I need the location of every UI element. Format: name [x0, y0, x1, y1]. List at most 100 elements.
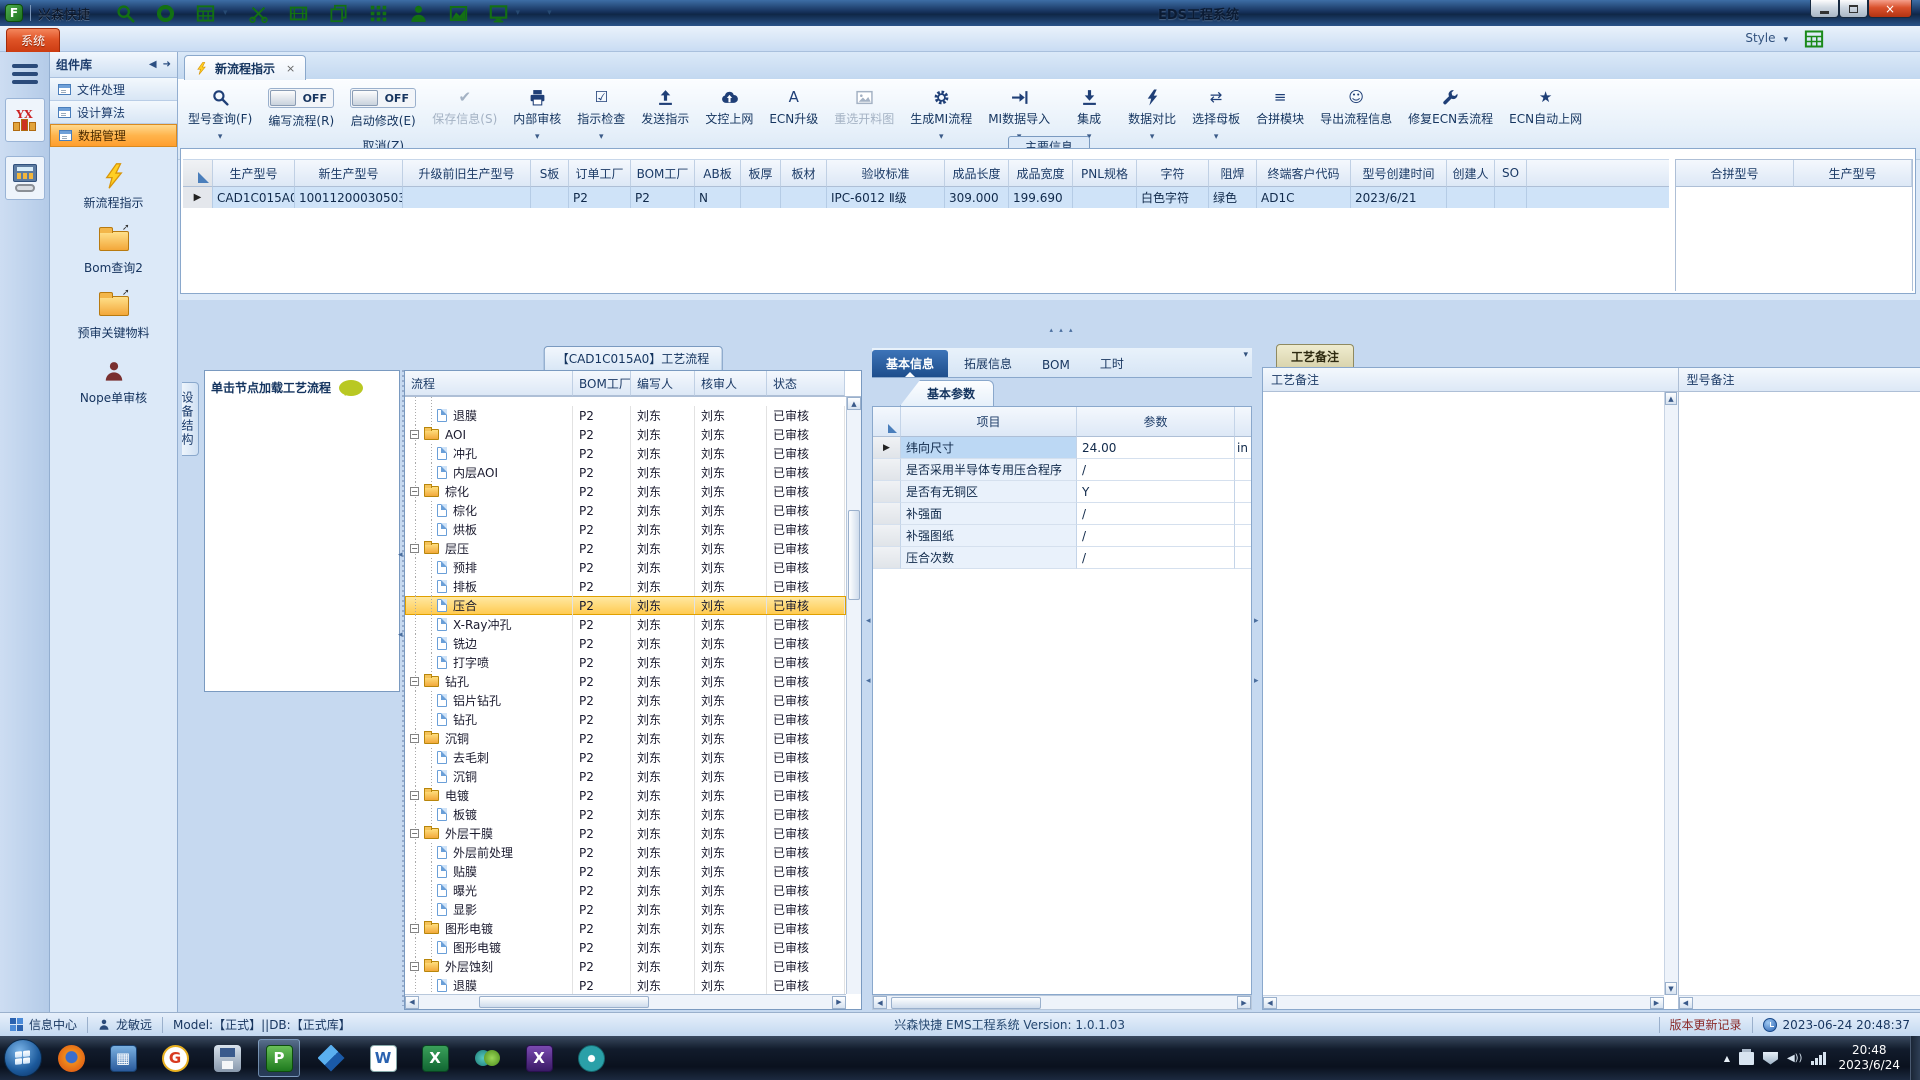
chevron-down-icon[interactable]: ▾: [1150, 132, 1155, 142]
collapse-icon[interactable]: −: [410, 430, 419, 439]
column-header-生产型号[interactable]: 生产型号: [213, 160, 295, 187]
tab-拓展信息[interactable]: 拓展信息: [950, 350, 1026, 377]
tree-row-外层干膜[interactable]: − 外层干膜 P2 刘东 刘东 已审核: [405, 824, 846, 843]
horizontal-scrollbar[interactable]: ◀▶: [1678, 995, 1920, 1009]
tree-row-预排[interactable]: 预排 P2 刘东 刘东 已审核: [405, 558, 846, 577]
sidebar-group-设计算法[interactable]: 设计算法: [50, 101, 177, 124]
tree-row-层压[interactable]: − 层压 P2 刘东 刘东 已审核: [405, 539, 846, 558]
chevron-down-icon[interactable]: ▾: [547, 8, 552, 18]
info-center-button[interactable]: 信息中心: [0, 1016, 87, 1033]
column-header-型号创建时间[interactable]: 型号创建时间: [1351, 160, 1447, 187]
param-value[interactable]: /: [1077, 547, 1235, 569]
tray-volume-icon[interactable]: ◀)): [1787, 1053, 1803, 1064]
param-row-是否采用半导体专用压合程序[interactable]: 是否采用半导体专用压合程序 /: [873, 459, 1251, 481]
column-header-核审人[interactable]: 核审人: [695, 371, 767, 396]
ribbon-button-导出流程信息[interactable]: ☺ 导出流程信息: [1314, 84, 1398, 142]
ribbon-toggle-编写流程(R)[interactable]: OFF 编写流程(R): [262, 84, 340, 129]
collapse-icon[interactable]: −: [410, 677, 419, 686]
column-header-合拼型号[interactable]: 合拼型号: [1676, 160, 1794, 187]
column-header-BOM工厂[interactable]: BOM工厂: [631, 160, 695, 187]
tree-row-电镀[interactable]: − 电镀 P2 刘东 刘东 已审核: [405, 786, 846, 805]
monitor-icon[interactable]: [489, 4, 508, 23]
chevron-down-icon[interactable]: ▾: [599, 132, 604, 142]
param-row-压合次数[interactable]: 压合次数 /: [873, 547, 1251, 569]
splitter-handle[interactable]: [1254, 346, 1262, 1006]
tree-row-内层AOI[interactable]: 内层AOI P2 刘东 刘东 已审核: [405, 463, 846, 482]
column-header-AB板[interactable]: AB板: [695, 160, 741, 187]
column-header-编写人[interactable]: 编写人: [631, 371, 695, 396]
close-button[interactable]: ×: [1868, 0, 1912, 18]
tree-row-外层蚀刻[interactable]: − 外层蚀刻 P2 刘东 刘东 已审核: [405, 957, 846, 976]
tree-row-钻孔[interactable]: − 钻孔 P2 刘东 刘东 已审核: [405, 672, 846, 691]
tree-row-排板[interactable]: 排板 P2 刘东 刘东 已审核: [405, 577, 846, 596]
copy-icon[interactable]: [329, 4, 348, 23]
scrollbar-thumb[interactable]: [479, 996, 649, 1008]
taskbar-app-paper-plane[interactable]: [310, 1039, 352, 1077]
collapse-icon[interactable]: −: [410, 962, 419, 971]
system-menu-tab[interactable]: 系统: [6, 28, 60, 52]
tree-row-棕化[interactable]: − 棕化 P2 刘东 刘东 已审核: [405, 482, 846, 501]
ribbon-toggle-启动修改(E)[interactable]: OFF 启动修改(E) 取消(Z): [344, 84, 422, 154]
column-header-BOM工厂[interactable]: BOM工厂: [573, 371, 631, 396]
column-header-S板[interactable]: S板: [531, 160, 569, 187]
taskbar-app-pl-app[interactable]: P: [258, 1039, 300, 1077]
tray-security-shield-icon[interactable]: [1762, 1051, 1778, 1065]
tray-network-icon[interactable]: [1811, 1051, 1827, 1065]
tree-row-冲孔[interactable]: 冲孔 P2 刘东 刘东 已审核: [405, 444, 846, 463]
ring-icon[interactable]: [156, 4, 175, 23]
ribbon-button-文控上网[interactable]: 文控上网: [699, 84, 759, 142]
dot-grid-icon[interactable]: [369, 4, 388, 23]
sidebar-group-文件处理[interactable]: 文件处理: [50, 78, 177, 101]
column-header-生产型号[interactable]: 生产型号: [1794, 160, 1912, 187]
column-header-成品宽度[interactable]: 成品宽度: [1009, 160, 1073, 187]
table-icon[interactable]: [196, 4, 215, 23]
column-header-状态[interactable]: 状态: [767, 371, 845, 396]
column-header-成品长度[interactable]: 成品长度: [945, 160, 1009, 187]
column-header-阻焊[interactable]: 阻焊: [1209, 160, 1257, 187]
horizontal-scrollbar[interactable]: ◀▶: [1263, 995, 1664, 1009]
taskbar-app-excel[interactable]: X: [414, 1039, 456, 1077]
vertical-scrollbar[interactable]: ▲ ▼: [1663, 392, 1678, 995]
column-header-流程[interactable]: 流程: [405, 371, 573, 396]
collapse-left-icon[interactable]: ◀: [149, 59, 157, 70]
start-button[interactable]: [4, 1039, 42, 1077]
column-header-创建人[interactable]: 创建人: [1447, 160, 1495, 187]
show-desktop-button[interactable]: [1910, 1036, 1920, 1080]
param-row-纬向尺寸[interactable]: ▶ 纬向尺寸 24.00 in: [873, 437, 1251, 459]
tree-row-沉铜[interactable]: − 沉铜 P2 刘东 刘东 已审核: [405, 729, 846, 748]
chart-icon[interactable]: [449, 4, 468, 23]
taskbar-app-save-tool[interactable]: [206, 1039, 248, 1077]
search-icon[interactable]: [116, 4, 135, 23]
column-header-参数[interactable]: 参数: [1077, 407, 1235, 437]
ribbon-button-数据对比[interactable]: 数据对比 ▾: [1122, 84, 1182, 142]
yx-factory-icon[interactable]: YX: [4, 98, 45, 142]
tree-row-钻孔[interactable]: 钻孔 P2 刘东 刘东 已审核: [405, 710, 846, 729]
version-update-log-link[interactable]: 版本更新记录: [1660, 1016, 1752, 1033]
param-value[interactable]: /: [1077, 503, 1235, 525]
param-value[interactable]: /: [1077, 525, 1235, 547]
chevron-down-icon[interactable]: ▾: [939, 132, 944, 142]
tree-row-显影[interactable]: 显影 P2 刘东 刘东 已审核: [405, 900, 846, 919]
tree-row-图形电镀[interactable]: 图形电镀 P2 刘东 刘东 已审核: [405, 938, 846, 957]
tree-row-打字喷[interactable]: 打字喷 P2 刘东 刘东 已审核: [405, 653, 846, 672]
off-toggle-switch[interactable]: OFF: [268, 88, 335, 108]
ribbon-button-指示检查[interactable]: ☑ 指示检查 ▾: [571, 84, 631, 143]
column-header-新生产型号[interactable]: 新生产型号: [295, 160, 403, 187]
tree-horizontal-scrollbar[interactable]: ◀ ▶: [405, 994, 846, 1009]
calculator-link-icon[interactable]: [4, 156, 45, 200]
taskbar-app-explorer[interactable]: ▦: [102, 1039, 144, 1077]
tree-row-棕化[interactable]: 棕化 P2 刘东 刘东 已审核: [405, 501, 846, 520]
taskbar-app-word-doc[interactable]: W: [362, 1039, 404, 1077]
column-header-PNL规格[interactable]: PNL规格: [1073, 160, 1137, 187]
tab-BOM[interactable]: BOM: [1028, 353, 1084, 377]
model-grid-selected-row[interactable]: ▶ CAD1C015A0 10011200030503 P2 P2 N IPC-6012 Ⅱ…: [183, 187, 1669, 208]
column-header-订单工厂[interactable]: 订单工厂: [569, 160, 631, 187]
ribbon-button-ECN自动上网[interactable]: ★ ECN自动上网: [1503, 84, 1588, 142]
tree-row-退膜[interactable]: 退膜 P2 刘东 刘东 已审核: [405, 406, 846, 425]
tab-基本信息[interactable]: 基本信息: [872, 350, 949, 377]
model-remarks-textarea[interactable]: ▲▼ ◀▶: [1678, 392, 1920, 1009]
column-header-升级前旧生产型号[interactable]: 升级前旧生产型号: [403, 160, 531, 187]
chevron-down-icon[interactable]: ▾: [1243, 350, 1248, 360]
param-row-补强面[interactable]: 补强面 /: [873, 503, 1251, 525]
taskbar-app-media-player[interactable]: [466, 1039, 508, 1077]
